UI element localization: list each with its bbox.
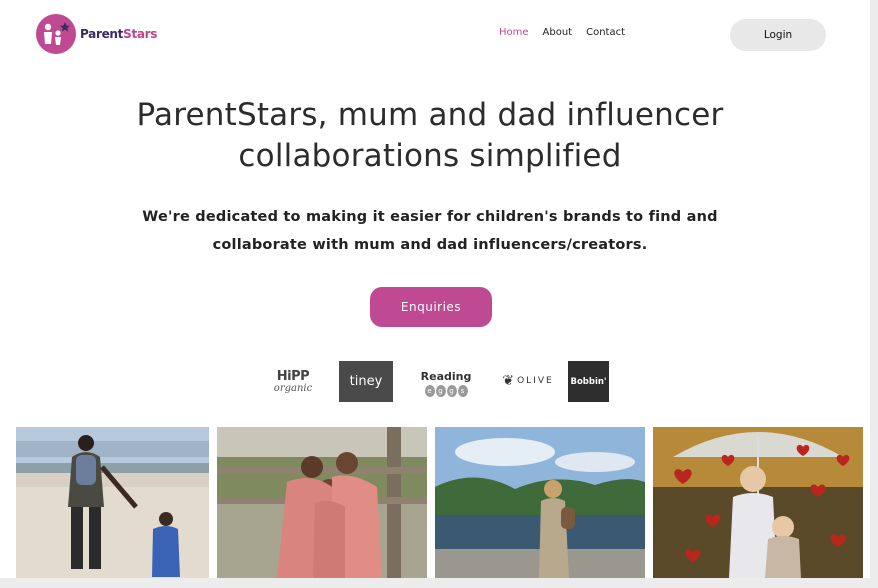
- enquiries-button[interactable]: Enquiries: [370, 287, 492, 327]
- hero-subtitle-line2: collaborate with mum and dad influencers…: [212, 237, 648, 253]
- logo[interactable]: ParentStars: [36, 14, 157, 54]
- photo-gallery: [0, 427, 870, 578]
- logo-wordmark: ParentStars: [80, 27, 158, 41]
- tiney-logo: tiney: [339, 361, 393, 402]
- parentstars-logo-icon: [36, 14, 76, 54]
- nav-about-link[interactable]: About: [543, 27, 573, 38]
- main-nav: Home About Contact: [499, 27, 625, 38]
- hero-title: ParentStars, mum and dad influencer coll…: [0, 95, 860, 177]
- hipp-organic-logo: HiPP organic: [273, 369, 313, 394]
- hero-subtitle: We're dedicated to making it easier for …: [0, 203, 860, 259]
- brand-logos: HiPP organic tiney Reading e g g s ❦ OLIV…: [0, 360, 870, 404]
- olive-leaf-icon: ❦: [502, 373, 515, 389]
- hero-subtitle-line1: We're dedicated to making it easier for …: [142, 209, 718, 225]
- three-girls-gate-photo: [217, 427, 427, 578]
- hero-title-line1: ParentStars, mum and dad influencer: [136, 97, 724, 133]
- hero-title-line2: collaborations simplified: [238, 138, 622, 174]
- olive-logo: ❦ OLIVE: [502, 373, 554, 389]
- reading-eggs-logo: Reading e g g s: [420, 369, 472, 397]
- nav-home-link[interactable]: Home: [499, 27, 529, 38]
- child-lake-photo: [435, 427, 645, 578]
- page: ParentStars Home About Contact Login Par…: [0, 0, 870, 578]
- father-child-beach-photo: [16, 427, 209, 578]
- nav-contact-link[interactable]: Contact: [586, 27, 625, 38]
- login-button[interactable]: Login: [730, 19, 826, 51]
- bobbin-logo: Bobbin': [568, 361, 609, 402]
- children-umbrella-hearts-photo: [653, 427, 863, 578]
